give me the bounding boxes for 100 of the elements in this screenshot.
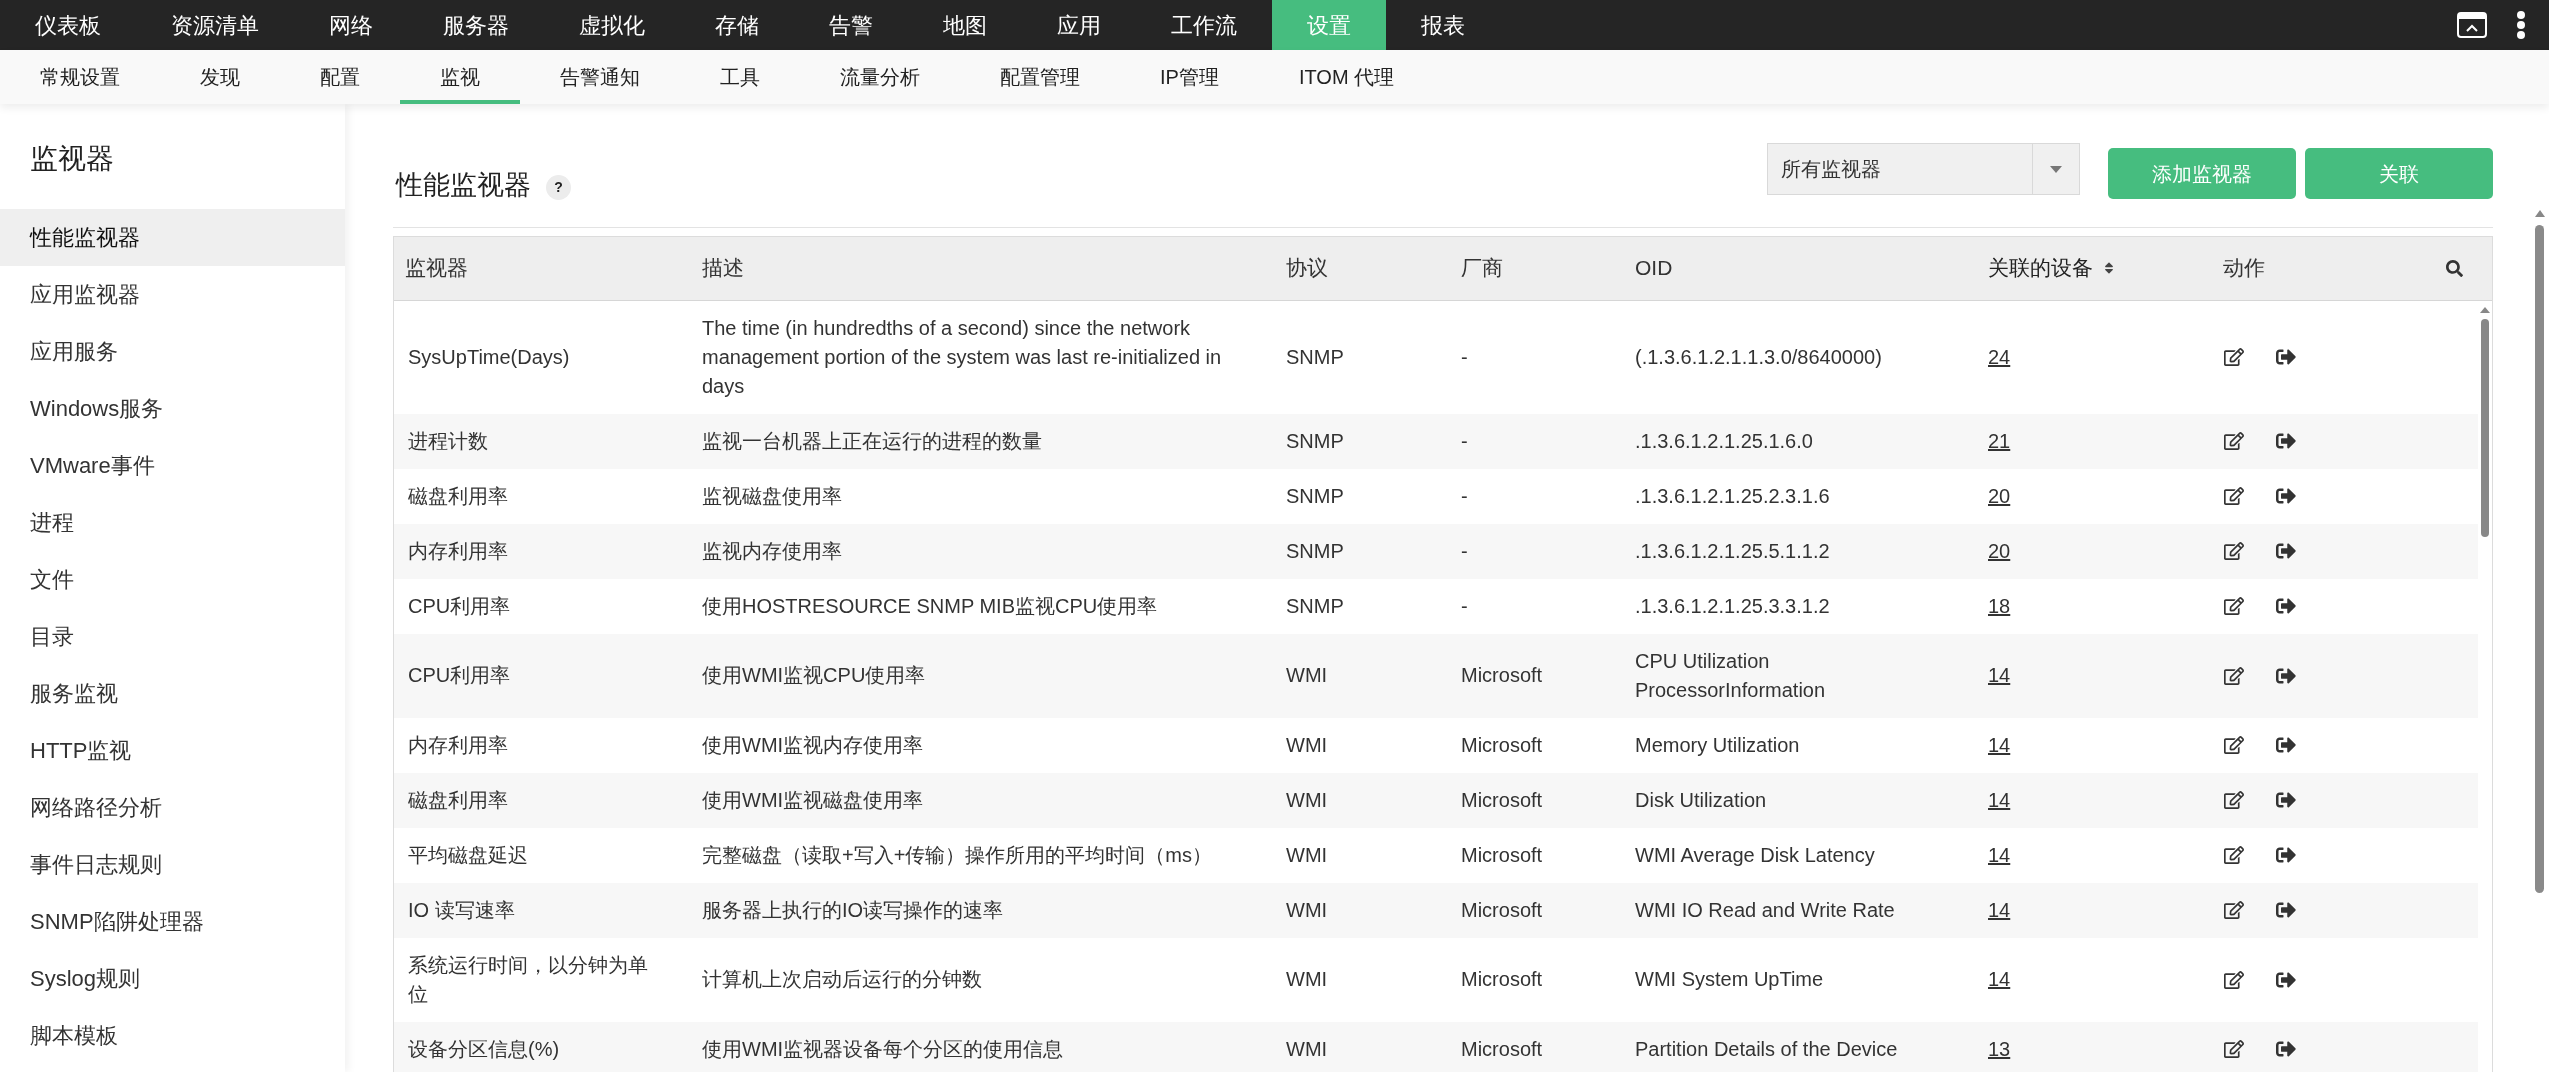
column-header[interactable]: 监视器 xyxy=(405,252,468,284)
monitor-filter-dropdown[interactable]: 所有监视器 xyxy=(1767,143,2080,195)
exit-icon[interactable] xyxy=(2276,900,2296,920)
sidebar-item[interactable]: 网络路径分析 xyxy=(0,779,345,836)
sub-nav-tab[interactable]: 工具 xyxy=(680,50,800,104)
top-nav-tab[interactable]: 工作流 xyxy=(1136,0,1272,50)
sub-nav-tab[interactable]: IP管理 xyxy=(1120,50,1259,104)
sidebar-item[interactable]: 应用服务 xyxy=(0,323,345,380)
protocol-label: SNMP xyxy=(1286,483,1344,509)
sub-nav-tab[interactable]: 告警通知 xyxy=(520,50,680,104)
edit-icon[interactable] xyxy=(2224,596,2244,616)
column-header[interactable]: 动作 xyxy=(2223,252,2265,284)
device-count-link[interactable]: 21 xyxy=(1988,426,2011,456)
sub-nav-tab[interactable]: 流量分析 xyxy=(800,50,960,104)
edit-icon[interactable] xyxy=(2224,665,2244,686)
protocol-label: WMI xyxy=(1286,897,1328,923)
exit-icon[interactable] xyxy=(2276,790,2296,810)
scroll-up-arrow-icon[interactable] xyxy=(2534,210,2545,217)
edit-icon[interactable] xyxy=(2224,735,2244,755)
protocol-label: WMI xyxy=(1286,732,1328,758)
sub-nav-tab[interactable]: 监视 xyxy=(400,50,520,104)
device-count-link[interactable]: 24 xyxy=(1988,342,2011,372)
top-nav-tab[interactable]: 虚拟化 xyxy=(544,0,680,50)
monitor-description: 使用WMI监视磁盘使用率 xyxy=(702,787,924,813)
top-nav-tab[interactable]: 网络 xyxy=(294,0,408,50)
sidebar-item[interactable]: 目录 xyxy=(0,608,345,665)
exit-icon[interactable] xyxy=(2276,431,2296,451)
top-nav-tab[interactable]: 告警 xyxy=(794,0,908,50)
device-count-link[interactable]: 14 xyxy=(1988,840,2011,870)
sub-nav-tab[interactable]: 发现 xyxy=(160,50,280,104)
sidebar-item[interactable]: 应用监视器 xyxy=(0,266,345,323)
edit-icon[interactable] xyxy=(2224,845,2244,865)
scroll-up-arrow-icon[interactable] xyxy=(2480,306,2490,313)
sidebar-item[interactable]: 进程 xyxy=(0,494,345,551)
top-nav-tab[interactable]: 服务器 xyxy=(408,0,544,50)
protocol-label: SNMP xyxy=(1286,344,1344,370)
top-nav-tab[interactable]: 存储 xyxy=(680,0,794,50)
exit-icon[interactable] xyxy=(2276,1039,2296,1059)
exit-icon[interactable] xyxy=(2276,541,2296,561)
exit-icon[interactable] xyxy=(2276,735,2296,755)
device-count-link[interactable]: 14 xyxy=(1988,965,2011,994)
oid-value: Disk Utilization xyxy=(1635,787,1767,813)
top-nav-tab[interactable]: 报表 xyxy=(1386,0,1500,50)
top-nav-tab[interactable]: 资源清单 xyxy=(136,0,294,50)
column-header[interactable]: OID xyxy=(1635,252,1673,284)
device-count-link[interactable]: 13 xyxy=(1988,1034,2011,1064)
sidebar-item[interactable]: SNMP陷阱处理器 xyxy=(0,893,345,950)
top-nav-tab[interactable]: 地图 xyxy=(908,0,1022,50)
device-count-link[interactable]: 20 xyxy=(1988,536,2011,566)
help-button[interactable]: ? xyxy=(546,174,571,200)
vendor-name: Microsoft xyxy=(1461,663,1543,688)
more-menu-icon[interactable] xyxy=(2515,11,2527,39)
sidebar-item[interactable]: 事件日志规则 xyxy=(0,836,345,893)
sidebar-item[interactable]: Windows服务 xyxy=(0,380,345,437)
top-nav-tab[interactable]: 仪表板 xyxy=(0,0,136,50)
device-count-link[interactable]: 20 xyxy=(1988,481,2011,511)
edit-icon[interactable] xyxy=(2224,1039,2244,1059)
top-nav-tab[interactable]: 应用 xyxy=(1022,0,1136,50)
device-count-link[interactable]: 14 xyxy=(1988,785,2011,815)
edit-icon[interactable] xyxy=(2224,486,2244,506)
sidebar-item[interactable]: 服务监视 xyxy=(0,665,345,722)
sub-nav-tab[interactable]: 常规设置 xyxy=(0,50,160,104)
sidebar-item[interactable]: Syslog规则 xyxy=(0,950,345,1007)
scrollbar-thumb[interactable] xyxy=(2481,318,2489,537)
monitor-description: 使用HOSTRESOURCE SNMP MIB监视CPU使用率 xyxy=(702,593,1158,619)
column-header[interactable]: 关联的设备 xyxy=(1988,252,2116,284)
sidebar-item[interactable]: 文件 xyxy=(0,551,345,608)
sidebar-item[interactable]: 脚本模板 xyxy=(0,1007,345,1064)
exit-icon[interactable] xyxy=(2276,486,2296,506)
device-count-link[interactable]: 14 xyxy=(1988,661,2011,690)
edit-icon[interactable] xyxy=(2224,790,2244,810)
column-header[interactable]: 厂商 xyxy=(1461,252,1503,284)
scrollbar-thumb[interactable] xyxy=(2535,225,2544,893)
sub-nav-tab[interactable]: ITOM 代理 xyxy=(1258,50,1435,104)
monitor-description: 监视内存使用率 xyxy=(702,538,842,564)
edit-icon[interactable] xyxy=(2224,900,2244,920)
edit-icon[interactable] xyxy=(2224,347,2244,367)
oid-value: .1.3.6.1.2.1.25.3.3.1.2 xyxy=(1635,593,1830,619)
edit-icon[interactable] xyxy=(2224,541,2244,561)
device-count-link[interactable]: 18 xyxy=(1988,591,2011,621)
sidebar-item[interactable]: 性能监视器 xyxy=(0,209,345,266)
exit-icon[interactable] xyxy=(2276,845,2296,865)
monitor-description: 完整磁盘（读取+写入+传输）操作所用的平均时间（ms） xyxy=(702,842,1213,868)
column-header[interactable]: 协议 xyxy=(1286,252,1328,284)
sort-icon[interactable] xyxy=(2102,261,2116,275)
exit-icon[interactable] xyxy=(2276,596,2296,616)
sub-nav-tab[interactable]: 配置 xyxy=(280,50,400,104)
monitor-name: 系统运行时间，以分钟为单位 xyxy=(408,952,649,1007)
monitor-name: 磁盘利用率 xyxy=(408,483,508,509)
column-header[interactable]: 描述 xyxy=(702,252,744,284)
edit-icon[interactable] xyxy=(2224,431,2244,451)
sidebar-item[interactable]: VMware事件 xyxy=(0,437,345,494)
window-icon[interactable] xyxy=(2457,12,2487,38)
device-count-link[interactable]: 14 xyxy=(1988,730,2011,760)
sub-nav-tab[interactable]: 配置管理 xyxy=(960,50,1120,104)
exit-icon[interactable] xyxy=(2276,347,2296,367)
device-count-link[interactable]: 14 xyxy=(1988,895,2011,925)
edit-icon[interactable] xyxy=(2224,969,2244,990)
search-icon[interactable] xyxy=(2446,259,2463,277)
sidebar-item[interactable]: HTTP监视 xyxy=(0,722,345,779)
